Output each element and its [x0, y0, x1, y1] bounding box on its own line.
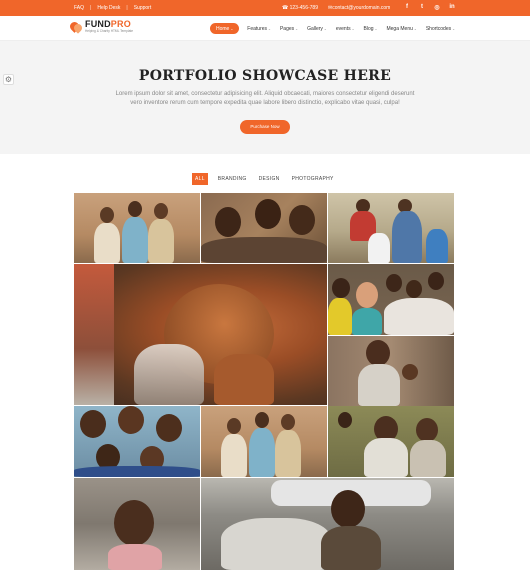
header: FUNDPRO Helping & Charity HTML Template … — [0, 16, 530, 41]
brand-name-accent: PRO — [110, 19, 131, 29]
filter-all[interactable]: ALL — [192, 173, 208, 185]
email-contact[interactable]: ✉contact@yourdomain.com — [328, 5, 390, 11]
photo-children-group-outdoor[interactable] — [328, 193, 454, 263]
chevron-down-icon: ⌄ — [323, 26, 327, 31]
nav-shortcodes[interactable]: Shortcodes⌄ — [426, 26, 455, 32]
photo-crowd-children[interactable] — [328, 264, 454, 335]
main-nav: Home⌄ Features⌄ Pages⌄ Gallery⌄ events⌄ … — [210, 23, 464, 34]
photo-boys-smiling[interactable] — [201, 193, 327, 263]
divider: | — [90, 5, 92, 11]
chevron-down-icon: ⌄ — [413, 26, 417, 31]
brand-tagline: Helping & Charity HTML Template — [85, 29, 134, 33]
nav-gallery[interactable]: Gallery⌄ — [307, 26, 327, 32]
portfolio-filters: ALL BRANDING DESIGN PHOTOGRAPHY — [192, 173, 346, 185]
photo-women-smiling[interactable] — [328, 406, 454, 477]
chevron-down-icon: ⌄ — [230, 26, 234, 31]
photo-girl-with-baby[interactable] — [328, 336, 454, 406]
phone-icon: ☎ — [282, 5, 289, 11]
gear-icon[interactable]: ⚙ — [3, 74, 14, 85]
photo-little-girl[interactable] — [74, 478, 200, 570]
hero-description: Lorem ipsum dolor sit amet, consectetur … — [115, 91, 415, 106]
logo[interactable]: FUNDPRO Helping & Charity HTML Template — [68, 19, 134, 34]
faq-link[interactable]: FAQ — [74, 5, 84, 11]
support-link[interactable]: Support — [134, 5, 152, 11]
nav-mega-menu[interactable]: Mega Menu⌄ — [386, 26, 416, 32]
chevron-down-icon: ⌄ — [351, 26, 355, 31]
facebook-icon[interactable]: f — [404, 4, 410, 11]
heart-logo-icon — [68, 19, 84, 34]
instagram-icon[interactable]: ◎ — [434, 4, 440, 11]
twitter-icon[interactable]: t — [419, 4, 425, 11]
top-bar: FAQ | Help Desk | Support ☎ 123-456-789 … — [0, 0, 530, 16]
brand-name: FUND — [85, 19, 111, 29]
help-desk-link[interactable]: Help Desk — [97, 5, 120, 11]
photo-children-wall[interactable] — [74, 193, 200, 263]
filter-branding[interactable]: BRANDING — [218, 176, 247, 182]
photo-children-wall-2[interactable] — [201, 406, 327, 477]
linkedin-icon[interactable]: in — [449, 4, 455, 11]
chevron-down-icon: ⌄ — [452, 26, 456, 31]
phone-contact[interactable]: ☎ 123-456-789 — [282, 5, 318, 11]
hero-section: PORTFOLIO SHOWCASE HERE Lorem ipsum dolo… — [0, 41, 530, 154]
chevron-down-icon: ⌄ — [268, 26, 271, 31]
photo-boy-carrying-bag[interactable] — [201, 478, 454, 570]
nav-pages[interactable]: Pages⌄ — [280, 26, 298, 32]
photo-boy-drinking-water[interactable] — [74, 264, 327, 405]
filter-design[interactable]: DESIGN — [259, 176, 280, 182]
chevron-down-icon: ⌄ — [295, 26, 299, 31]
nav-features[interactable]: Features⌄ — [247, 26, 271, 32]
email-address: contact@yourdomain.com — [332, 5, 391, 11]
nav-blog[interactable]: Blog⌄ — [364, 26, 378, 32]
nav-home[interactable]: Home⌄ — [210, 23, 240, 34]
photo-kids-making-faces[interactable] — [74, 406, 200, 477]
purchase-button[interactable]: Purchase Now — [240, 120, 290, 134]
filter-photography[interactable]: PHOTOGRAPHY — [292, 176, 334, 182]
chevron-down-icon: ⌄ — [374, 26, 378, 31]
nav-events[interactable]: events⌄ — [336, 26, 355, 32]
phone-number: 123-456-789 — [289, 5, 318, 11]
page-title: PORTFOLIO SHOWCASE HERE — [138, 68, 392, 84]
divider: | — [126, 5, 128, 11]
